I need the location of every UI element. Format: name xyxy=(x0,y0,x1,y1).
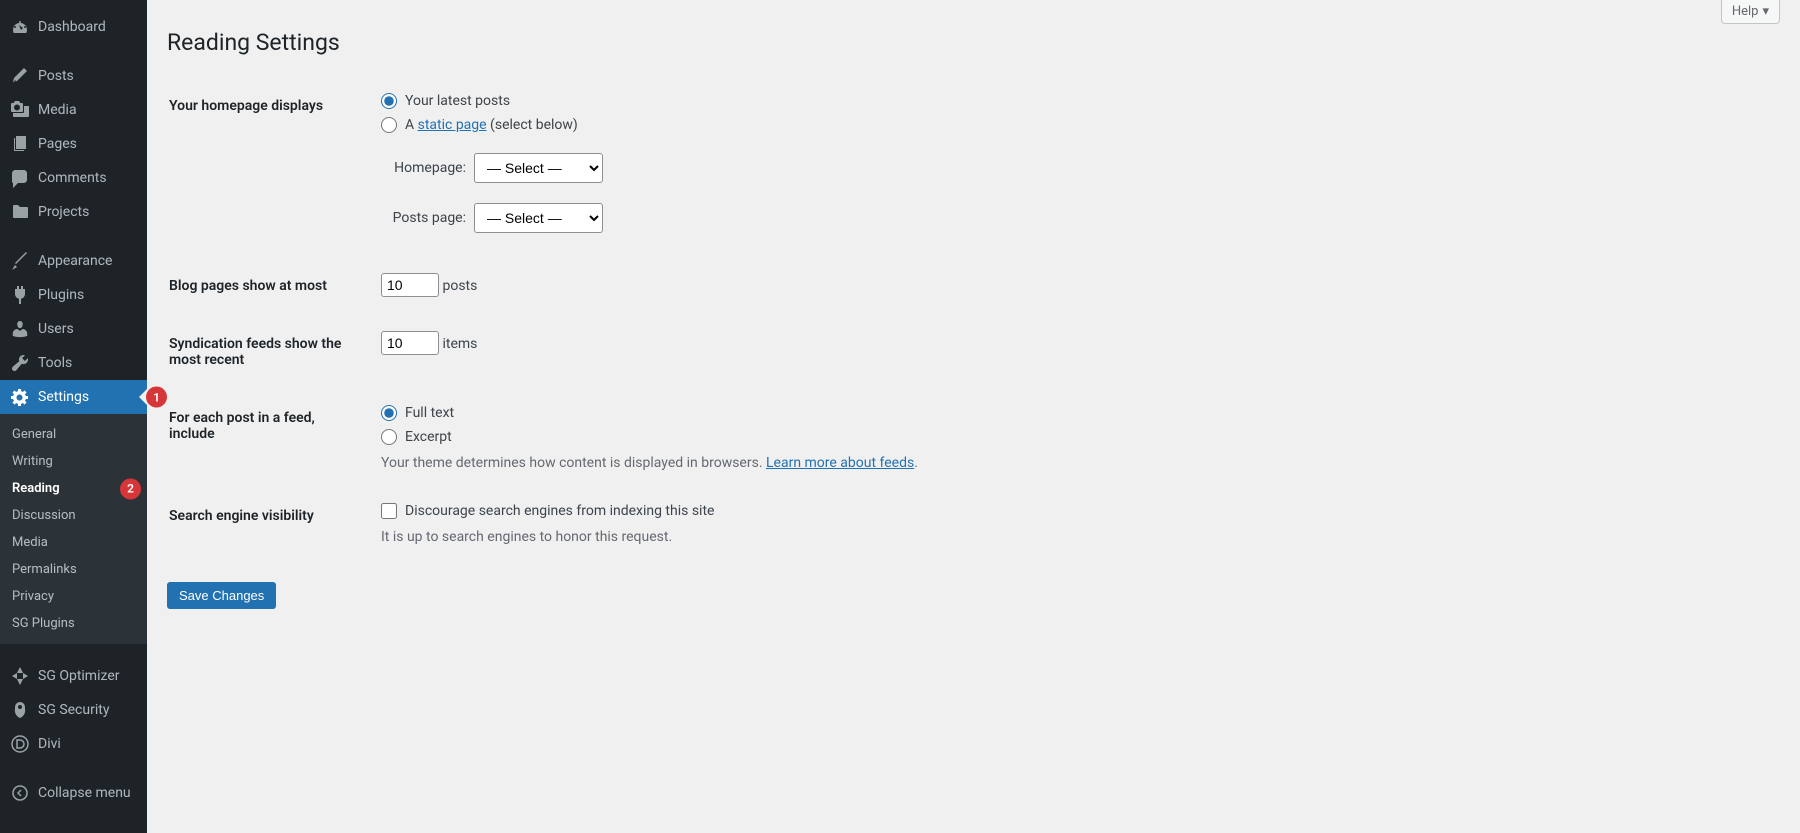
feed-description: Your theme determines how content is dis… xyxy=(381,455,1768,471)
syndication-label: Syndication feeds show the most recent xyxy=(169,316,369,388)
sidebar-item-appearance[interactable]: Appearance xyxy=(0,244,147,278)
sidebar-item-tools[interactable]: Tools xyxy=(0,346,147,380)
submenu-label: Reading xyxy=(12,481,60,496)
feed-include-label: For each post in a feed, include xyxy=(169,390,369,486)
items-suffix: items xyxy=(442,336,477,352)
caret-down-icon: ▾ xyxy=(1762,4,1769,19)
radio-latest-label: Your latest posts xyxy=(405,93,510,109)
sidebar-item-divi[interactable]: Divi xyxy=(0,727,147,761)
main-content: Help ▾ Reading Settings Your homepage di… xyxy=(147,0,1800,833)
static-page-link[interactable]: static page xyxy=(418,117,487,133)
blog-pages-input[interactable] xyxy=(381,273,439,297)
submenu-discussion[interactable]: Discussion xyxy=(0,502,147,529)
learn-more-feeds-link[interactable]: Learn more about feeds xyxy=(766,455,914,471)
sg-optimizer-icon xyxy=(10,666,30,686)
submenu-permalinks[interactable]: Permalinks xyxy=(0,556,147,583)
posts-suffix: posts xyxy=(442,278,477,294)
save-button[interactable]: Save Changes xyxy=(167,582,276,609)
postspage-select-label: Posts page: xyxy=(381,210,466,226)
settings-icon xyxy=(10,387,30,407)
sidebar-label: SG Security xyxy=(38,702,109,718)
help-label: Help xyxy=(1732,4,1759,19)
portfolio-icon xyxy=(10,202,30,222)
sidebar-item-sg-optimizer[interactable]: SG Optimizer xyxy=(0,659,147,693)
sidebar-label: Divi xyxy=(38,736,61,752)
page-title: Reading Settings xyxy=(167,20,1780,56)
sidebar-item-pages[interactable]: Pages xyxy=(0,127,147,161)
sidebar-item-projects[interactable]: Projects xyxy=(0,195,147,229)
pin-icon xyxy=(10,66,30,86)
sidebar-item-sg-security[interactable]: SG Security xyxy=(0,693,147,727)
sidebar-item-users[interactable]: Users xyxy=(0,312,147,346)
submenu-privacy[interactable]: Privacy xyxy=(0,583,147,610)
sidebar-label: Tools xyxy=(38,355,72,371)
admin-sidebar: Dashboard Posts Media Pages Comments Pro… xyxy=(0,0,147,833)
sidebar-label: Settings xyxy=(38,389,89,405)
homepage-select-label: Homepage: xyxy=(381,160,466,176)
page-icon xyxy=(10,134,30,154)
media-icon xyxy=(10,100,30,120)
sidebar-item-plugins[interactable]: Plugins xyxy=(0,278,147,312)
blog-pages-label: Blog pages show at most xyxy=(169,258,369,314)
submenu-media[interactable]: Media xyxy=(0,529,147,556)
badge-reading: 2 xyxy=(120,478,141,499)
radio-static-page[interactable] xyxy=(381,117,397,133)
settings-submenu: General Writing Reading 2 Discussion Med… xyxy=(0,414,147,644)
sidebar-label: Users xyxy=(38,321,74,337)
sidebar-item-collapse[interactable]: Collapse menu xyxy=(0,776,147,810)
badge-settings: 1 xyxy=(146,387,167,408)
sidebar-item-comments[interactable]: Comments xyxy=(0,161,147,195)
radio-excerpt[interactable] xyxy=(381,429,397,445)
user-icon xyxy=(10,319,30,339)
help-button[interactable]: Help ▾ xyxy=(1721,0,1780,24)
discourage-checkbox[interactable] xyxy=(381,503,397,519)
sidebar-label: SG Optimizer xyxy=(38,668,119,684)
collapse-icon xyxy=(10,783,30,803)
radio-fulltext[interactable] xyxy=(381,405,397,421)
sidebar-label: Projects xyxy=(38,204,89,220)
sidebar-label: Comments xyxy=(38,170,107,186)
sidebar-label: Dashboard xyxy=(38,19,106,35)
sidebar-label: Appearance xyxy=(38,253,112,269)
sidebar-item-posts[interactable]: Posts xyxy=(0,59,147,93)
submenu-reading[interactable]: Reading 2 xyxy=(0,475,147,502)
sidebar-label: Collapse menu xyxy=(38,785,131,801)
submenu-writing[interactable]: Writing xyxy=(0,448,147,475)
wrench-icon xyxy=(10,353,30,373)
brush-icon xyxy=(10,251,30,271)
homepage-displays-label: Your homepage displays xyxy=(169,78,369,256)
sidebar-label: Pages xyxy=(38,136,77,152)
submenu-general[interactable]: General xyxy=(0,421,147,448)
radio-latest-posts[interactable] xyxy=(381,93,397,109)
plug-icon xyxy=(10,285,30,305)
search-visibility-label: Search engine visibility xyxy=(169,488,369,560)
radio-excerpt-label: Excerpt xyxy=(405,429,452,445)
comment-icon xyxy=(10,168,30,188)
submenu-sg-plugins[interactable]: SG Plugins xyxy=(0,610,147,637)
radio-static-label: A static page (select below) xyxy=(405,117,578,133)
sidebar-label: Posts xyxy=(38,68,74,84)
postspage-select[interactable]: — Select — xyxy=(474,203,603,233)
security-icon xyxy=(10,700,30,720)
radio-fulltext-label: Full text xyxy=(405,405,454,421)
syndication-input[interactable] xyxy=(381,331,439,355)
discourage-description: It is up to search engines to honor this… xyxy=(381,529,1768,545)
homepage-select[interactable]: — Select — xyxy=(474,153,603,183)
sidebar-label: Plugins xyxy=(38,287,84,303)
dashboard-icon xyxy=(10,17,30,37)
sidebar-item-media[interactable]: Media xyxy=(0,93,147,127)
discourage-label: Discourage search engines from indexing … xyxy=(405,503,714,519)
sidebar-item-settings[interactable]: Settings 1 xyxy=(0,380,147,414)
sidebar-item-dashboard[interactable]: Dashboard xyxy=(0,10,147,44)
divi-icon xyxy=(10,734,30,754)
sidebar-label: Media xyxy=(38,102,77,118)
